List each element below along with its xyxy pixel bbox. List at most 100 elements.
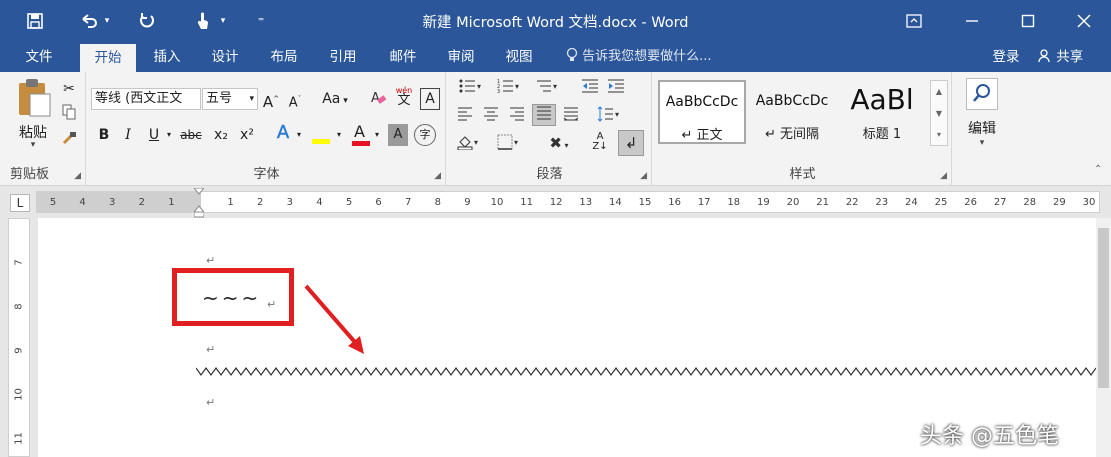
grow-font-icon[interactable]: A^	[260, 88, 282, 111]
tilde-text: ~~~	[202, 286, 262, 310]
font-launcher-icon[interactable]: ◢	[434, 171, 441, 181]
tab-view[interactable]: 视图	[492, 42, 546, 72]
phonetic-guide-button[interactable]: wén 文	[392, 86, 416, 108]
ruler-tick-label: 2	[257, 197, 264, 208]
styles-down-icon[interactable]: ▼	[931, 103, 947, 125]
text-effects-dropdown-icon[interactable]: ▾	[294, 124, 304, 146]
styles-more-icon[interactable]: ▾	[931, 125, 947, 145]
strikethrough-button[interactable]: abc	[176, 124, 206, 146]
shrink-font-icon[interactable]: Aˇ	[284, 88, 306, 110]
styles-gallery-scroll[interactable]: ▲ ▼ ▾	[930, 80, 948, 146]
ribbon-display-icon[interactable]	[900, 8, 928, 34]
vertical-ruler[interactable]: 7 8 9 10 11	[8, 218, 30, 457]
chinese-layout-icon[interactable]: ✖ ▾	[540, 132, 578, 154]
vertical-scrollbar[interactable]	[1096, 218, 1111, 457]
ruler-tick-label: 14	[609, 197, 622, 208]
user-icon	[1038, 49, 1050, 63]
superscript-button[interactable]: x²	[236, 124, 258, 146]
tab-stop-selector[interactable]: L	[10, 194, 30, 212]
tab-references[interactable]: 引用	[316, 42, 370, 72]
ruler-tick-label: 11	[520, 197, 533, 208]
collapse-ribbon-icon[interactable]: ⌃	[1094, 164, 1102, 175]
shading-icon[interactable]: ▾	[452, 134, 486, 156]
change-case-button[interactable]: Aa ▾	[318, 88, 352, 110]
copy-icon[interactable]	[58, 104, 80, 126]
cut-icon[interactable]: ✂	[58, 78, 80, 100]
numbering-icon[interactable]: 1 2 3 ▾	[492, 78, 526, 100]
borders-icon[interactable]: ▾	[492, 134, 526, 156]
underline-button[interactable]: U	[144, 124, 164, 146]
font-color-button[interactable]: A	[350, 122, 374, 148]
text-effects-button[interactable]: A	[272, 122, 294, 144]
sort-icon[interactable]: A Z↓	[588, 132, 612, 154]
clipboard-label: 剪贴板	[10, 167, 50, 182]
align-right-icon[interactable]	[506, 106, 528, 128]
character-border-button[interactable]: A	[420, 88, 440, 110]
paste-icon	[19, 79, 51, 117]
editing-button[interactable]: 编辑 ▾	[962, 78, 1002, 158]
distributed-icon[interactable]	[560, 106, 582, 128]
line-spacing-icon[interactable]: ▾	[592, 106, 626, 128]
highlight-dropdown-icon[interactable]: ▾	[334, 124, 344, 146]
tab-home[interactable]: 开始	[80, 44, 136, 72]
share-button[interactable]: 共享	[1030, 42, 1104, 72]
ruler-tick-label: 4	[316, 197, 323, 208]
ruler-tick-label: 13	[579, 197, 593, 208]
styles-up-icon[interactable]: ▲	[931, 81, 947, 103]
underline-dropdown-icon[interactable]: ▾	[164, 124, 174, 146]
show-formatting-marks-icon[interactable]: ↲	[618, 130, 644, 156]
styles-launcher-icon[interactable]: ◢	[940, 171, 947, 181]
increase-indent-icon[interactable]	[604, 78, 628, 100]
style-no-spacing-sample: AaBbCcDc	[755, 93, 829, 109]
document-page[interactable]: ↵ ~~~ ↵ ↵ ↵ 头条 @五色笔	[38, 218, 1096, 457]
clear-format-icon[interactable]: A	[368, 88, 390, 110]
close-icon[interactable]	[1070, 8, 1098, 34]
ruler-tick-label: 3	[109, 197, 116, 208]
paste-button[interactable]: 粘贴 ▾	[8, 78, 58, 152]
login-link[interactable]: 登录	[984, 42, 1028, 72]
editing-dropdown-icon: ▾	[979, 138, 985, 148]
ruler-tick-label: 10	[490, 197, 504, 208]
bold-button[interactable]: B	[94, 124, 114, 146]
scrollbar-thumb[interactable]	[1098, 228, 1109, 388]
clipboard-launcher-icon[interactable]: ◢	[74, 171, 81, 181]
italic-button[interactable]: I	[118, 124, 138, 146]
editing-group: 编辑 ▾	[954, 72, 1014, 186]
title-bar: ▾ ▾ ⁼ 新建 Microsoft Word 文档.docx - Word	[0, 0, 1111, 42]
style-heading-1[interactable]: AaBl 标题 1	[838, 80, 926, 144]
format-painter-icon[interactable]	[58, 130, 80, 152]
character-shading-button[interactable]: A	[388, 124, 408, 146]
decrease-indent-icon[interactable]	[578, 78, 602, 100]
maximize-icon[interactable]	[1014, 8, 1042, 34]
ruler-tick-label: 6	[375, 197, 382, 208]
ribbon-tab-bar: 文件 开始 插入 设计 布局 引用 邮件 审阅 视图 告诉我您想要做什么... …	[0, 42, 1111, 72]
ruler-tick-label: 30	[1082, 197, 1096, 208]
subscript-button[interactable]: x₂	[210, 124, 232, 146]
ruler-tick-label: 9	[13, 347, 25, 354]
font-size-box[interactable]: 五号 ▾	[202, 88, 258, 110]
tab-insert[interactable]: 插入	[140, 42, 194, 72]
bullets-icon[interactable]: ▾	[454, 78, 488, 100]
font-name-box[interactable]: 等线 (西文正文	[91, 88, 201, 110]
indent-markers[interactable]	[192, 187, 206, 218]
align-left-icon[interactable]	[454, 106, 476, 128]
tell-me-box[interactable]: 告诉我您想要做什么...	[566, 42, 712, 72]
font-group-label: 字体	[253, 167, 280, 182]
style-no-spacing[interactable]: AaBbCcDc ↵ 无间隔	[748, 80, 836, 144]
tab-layout[interactable]: 布局	[257, 42, 311, 72]
tab-file[interactable]: 文件	[12, 42, 66, 72]
align-center-icon[interactable]	[480, 106, 502, 128]
tab-review[interactable]: 审阅	[434, 42, 488, 72]
enclose-characters-button[interactable]: 字	[414, 124, 436, 146]
tab-mailings[interactable]: 邮件	[376, 42, 430, 72]
ruler-tick-label: 7	[13, 259, 25, 266]
highlight-button[interactable]	[310, 124, 334, 148]
tab-design[interactable]: 设计	[198, 42, 252, 72]
ruler-tick-label: 3	[286, 197, 293, 208]
justify-icon[interactable]	[532, 104, 556, 126]
style-normal[interactable]: AaBbCcDc ↵ 正文	[658, 80, 746, 144]
minimize-icon[interactable]	[958, 8, 986, 34]
multilevel-list-icon[interactable]: ▾	[530, 78, 564, 100]
paragraph-launcher-icon[interactable]: ◢	[640, 171, 647, 181]
font-color-dropdown-icon[interactable]: ▾	[372, 124, 382, 146]
